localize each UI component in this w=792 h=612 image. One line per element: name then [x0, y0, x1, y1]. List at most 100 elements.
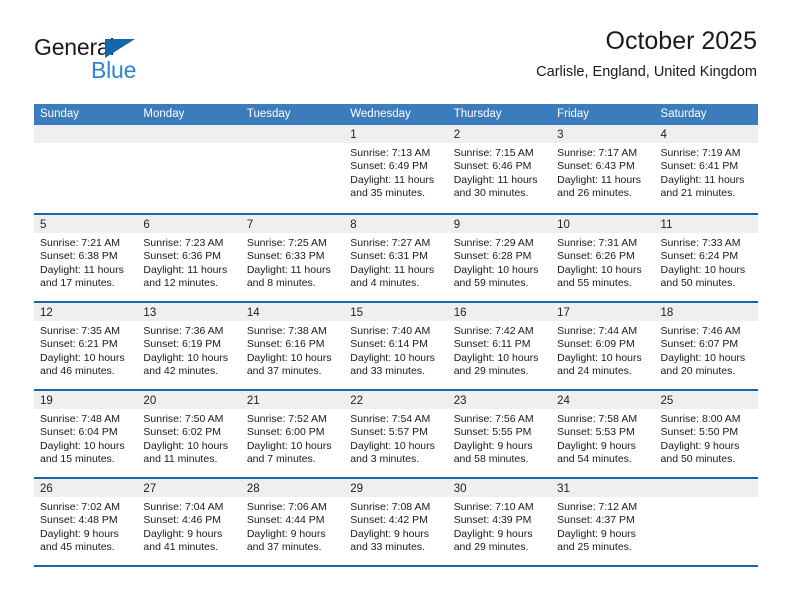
day-cell[interactable]: 8 Sunrise: 7:27 AM Sunset: 6:31 PM Daylight…: [344, 215, 448, 301]
day-number: 9: [453, 219, 461, 231]
day-details: Sunrise: 7:29 AM Sunset: 6:28 PM Daylight:…: [448, 233, 551, 290]
day-number: 7: [246, 219, 254, 231]
sunrise-text: Sunrise: 7:42 AM: [453, 325, 534, 337]
calendar-week-row: 19 Sunrise: 7:48 AM Sunset: 6:04 PM Dayligh…: [34, 389, 758, 477]
daylight-text: Daylight: 11 hours and 12 minutes.: [143, 263, 228, 289]
day-cell[interactable]: 23 Sunrise: 7:56 AM Sunset: 5:55 PM Dayligh…: [447, 391, 552, 477]
day-number-band: 24: [551, 391, 655, 409]
day-cell[interactable]: 19 Sunrise: 7:48 AM Sunset: 6:04 PM Dayligh…: [34, 391, 138, 477]
day-cell[interactable]: 29 Sunrise: 7:08 AM Sunset: 4:42 PM Dayligh…: [344, 479, 448, 565]
sunset-text: Sunset: 4:46 PM: [143, 514, 222, 527]
daylight-text: Daylight: 11 hours and 4 minutes.: [350, 263, 435, 289]
day-cell[interactable]: 28 Sunrise: 7:06 AM Sunset: 4:44 PM Dayligh…: [240, 479, 345, 565]
daylight-text: Daylight: 10 hours and 7 minutes.: [246, 439, 332, 465]
weekday-header-monday: Monday: [143, 108, 185, 120]
day-cell[interactable]: 12 Sunrise: 7:35 AM Sunset: 6:21 PM Dayligh…: [34, 303, 138, 389]
general-blue-logo: General Blue: [34, 34, 254, 90]
day-cell[interactable]: 20 Sunrise: 7:50 AM Sunset: 6:02 PM Dayligh…: [137, 391, 241, 477]
day-number-band: 5: [34, 215, 138, 233]
day-number: 10: [557, 219, 570, 231]
day-details: Sunrise: 7:38 AM Sunset: 6:16 PM Daylight:…: [241, 321, 344, 378]
day-number-band: 12: [34, 303, 138, 321]
day-cell[interactable]: 31 Sunrise: 7:12 AM Sunset: 4:37 PM Dayligh…: [551, 479, 655, 565]
daylight-text: Daylight: 11 hours and 17 minutes.: [40, 263, 124, 289]
calendar-week-row: 5 Sunrise: 7:21 AM Sunset: 6:38 PM Daylight…: [34, 213, 758, 301]
daylight-text: Daylight: 9 hours and 29 minutes.: [453, 527, 533, 553]
day-cell[interactable]: 13 Sunrise: 7:36 AM Sunset: 6:19 PM Dayligh…: [137, 303, 241, 389]
day-number: 16: [453, 307, 467, 319]
day-details: Sunrise: 7:56 AM Sunset: 5:55 PM Daylight:…: [448, 409, 551, 466]
day-cell[interactable]: 10 Sunrise: 7:31 AM Sunset: 6:26 PM Dayligh…: [551, 215, 655, 301]
day-cell[interactable]: 9 Sunrise: 7:29 AM Sunset: 6:28 PM Daylight…: [447, 215, 552, 301]
day-cell[interactable]: 24 Sunrise: 7:58 AM Sunset: 5:53 PM Dayligh…: [551, 391, 655, 477]
day-number-band: 18: [654, 303, 758, 321]
triangle-logo-icon: [105, 39, 135, 58]
day-number: 18: [660, 307, 674, 319]
daylight-text: Daylight: 9 hours and 50 minutes.: [660, 439, 740, 465]
day-cell[interactable]: 11 Sunrise: 7:33 AM Sunset: 6:24 PM Dayligh…: [654, 215, 758, 301]
day-number-band: 1: [344, 125, 448, 143]
day-cell[interactable]: 4 Sunrise: 7:19 AM Sunset: 6:41 PM Daylight…: [654, 125, 758, 213]
sunrise-text: Sunrise: 7:36 AM: [143, 325, 224, 337]
sunrise-text: Sunrise: 7:38 AM: [246, 325, 327, 337]
day-cell[interactable]: 21 Sunrise: 7:52 AM Sunset: 6:00 PM Dayligh…: [240, 391, 345, 477]
logo-text-blue: Blue: [91, 57, 137, 83]
day-cell[interactable]: 7 Sunrise: 7:25 AM Sunset: 6:33 PM Daylight…: [240, 215, 345, 301]
daylight-text: Daylight: 11 hours and 26 minutes.: [557, 173, 641, 199]
day-number-band: 10: [551, 215, 655, 233]
page-subtitle: Carlisle, England, United Kingdom: [536, 64, 757, 80]
daylight-text: Daylight: 10 hours and 59 minutes.: [453, 263, 539, 289]
day-cell[interactable]: 22 Sunrise: 7:54 AM Sunset: 5:57 PM Dayligh…: [344, 391, 448, 477]
day-number: 27: [143, 483, 157, 495]
day-number-band: 21: [240, 391, 345, 409]
day-details: Sunrise: 7:04 AM Sunset: 4:46 PM Daylight:…: [137, 497, 240, 554]
day-cell[interactable]: 27 Sunrise: 7:04 AM Sunset: 4:46 PM Dayligh…: [137, 479, 241, 565]
day-details: Sunrise: 7:13 AM Sunset: 6:49 PM Daylight:…: [344, 143, 447, 200]
day-cell[interactable]: 30 Sunrise: 7:10 AM Sunset: 4:39 PM Dayligh…: [447, 479, 552, 565]
day-cell[interactable]: 15 Sunrise: 7:40 AM Sunset: 6:14 PM Dayligh…: [344, 303, 448, 389]
sunrise-text: Sunrise: 7:31 AM: [557, 237, 638, 249]
day-number-band: 11: [654, 215, 758, 233]
day-number-band: 19: [34, 391, 138, 409]
sunset-text: Sunset: 6:28 PM: [453, 250, 532, 263]
day-number: 17: [557, 307, 570, 319]
daylight-text: Daylight: 9 hours and 45 minutes.: [40, 527, 119, 553]
weekday-header-thursday: Thursday: [453, 108, 502, 120]
sunset-text: Sunset: 4:48 PM: [40, 514, 118, 527]
day-cell[interactable]: 2 Sunrise: 7:15 AM Sunset: 6:46 PM Daylight…: [447, 125, 552, 213]
day-number-band: 14: [240, 303, 345, 321]
daylight-text: Daylight: 11 hours and 35 minutes.: [350, 173, 435, 199]
sunrise-text: Sunrise: 8:00 AM: [660, 413, 741, 425]
day-number-band: 25: [654, 391, 758, 409]
day-cell[interactable]: 1 Sunrise: 7:13 AM Sunset: 6:49 PM Daylight…: [344, 125, 448, 213]
sunset-text: Sunset: 6:19 PM: [143, 338, 222, 351]
day-cell-empty: [240, 125, 345, 213]
day-cell[interactable]: 6 Sunrise: 7:23 AM Sunset: 6:36 PM Daylight…: [137, 215, 241, 301]
day-details: Sunrise: 7:21 AM Sunset: 6:38 PM Daylight:…: [34, 233, 137, 290]
weekday-header-saturday: Saturday: [660, 108, 707, 120]
day-cell[interactable]: 5 Sunrise: 7:21 AM Sunset: 6:38 PM Daylight…: [34, 215, 138, 301]
daylight-text: Daylight: 9 hours and 25 minutes.: [557, 527, 636, 553]
sunset-text: Sunset: 5:53 PM: [557, 426, 635, 439]
calendar-week-row: 12 Sunrise: 7:35 AM Sunset: 6:21 PM Dayligh…: [34, 301, 758, 389]
day-cell[interactable]: 18 Sunrise: 7:46 AM Sunset: 6:07 PM Dayligh…: [654, 303, 758, 389]
day-cell[interactable]: 26 Sunrise: 7:02 AM Sunset: 4:48 PM Dayligh…: [34, 479, 138, 565]
page-title: October 2025: [605, 27, 758, 55]
daylight-text: Daylight: 10 hours and 50 minutes.: [660, 263, 746, 289]
day-details: Sunrise: 7:44 AM Sunset: 6:09 PM Daylight:…: [551, 321, 654, 378]
sunset-text: Sunset: 5:57 PM: [350, 426, 428, 439]
sunrise-text: Sunrise: 7:40 AM: [350, 325, 431, 337]
day-cell[interactable]: 16 Sunrise: 7:42 AM Sunset: 6:11 PM Dayligh…: [447, 303, 552, 389]
sunrise-text: Sunrise: 7:08 AM: [350, 501, 431, 513]
sunrise-text: Sunrise: 7:35 AM: [40, 325, 120, 337]
day-cell[interactable]: 17 Sunrise: 7:44 AM Sunset: 6:09 PM Dayligh…: [551, 303, 655, 389]
day-details: Sunrise: 7:15 AM Sunset: 6:46 PM Daylight:…: [448, 143, 551, 200]
sunset-text: Sunset: 5:50 PM: [660, 426, 739, 439]
daylight-text: Daylight: 9 hours and 37 minutes.: [246, 527, 326, 553]
day-cell[interactable]: 14 Sunrise: 7:38 AM Sunset: 6:16 PM Dayligh…: [240, 303, 345, 389]
day-details: Sunrise: 7:58 AM Sunset: 5:53 PM Daylight:…: [551, 409, 654, 466]
day-details: Sunrise: 7:06 AM Sunset: 4:44 PM Daylight:…: [241, 497, 344, 554]
day-cell[interactable]: 25 Sunrise: 8:00 AM Sunset: 5:50 PM Dayligh…: [654, 391, 758, 477]
day-cell[interactable]: 3 Sunrise: 7:17 AM Sunset: 6:43 PM Daylight…: [551, 125, 655, 213]
day-number-band: 29: [344, 479, 448, 497]
